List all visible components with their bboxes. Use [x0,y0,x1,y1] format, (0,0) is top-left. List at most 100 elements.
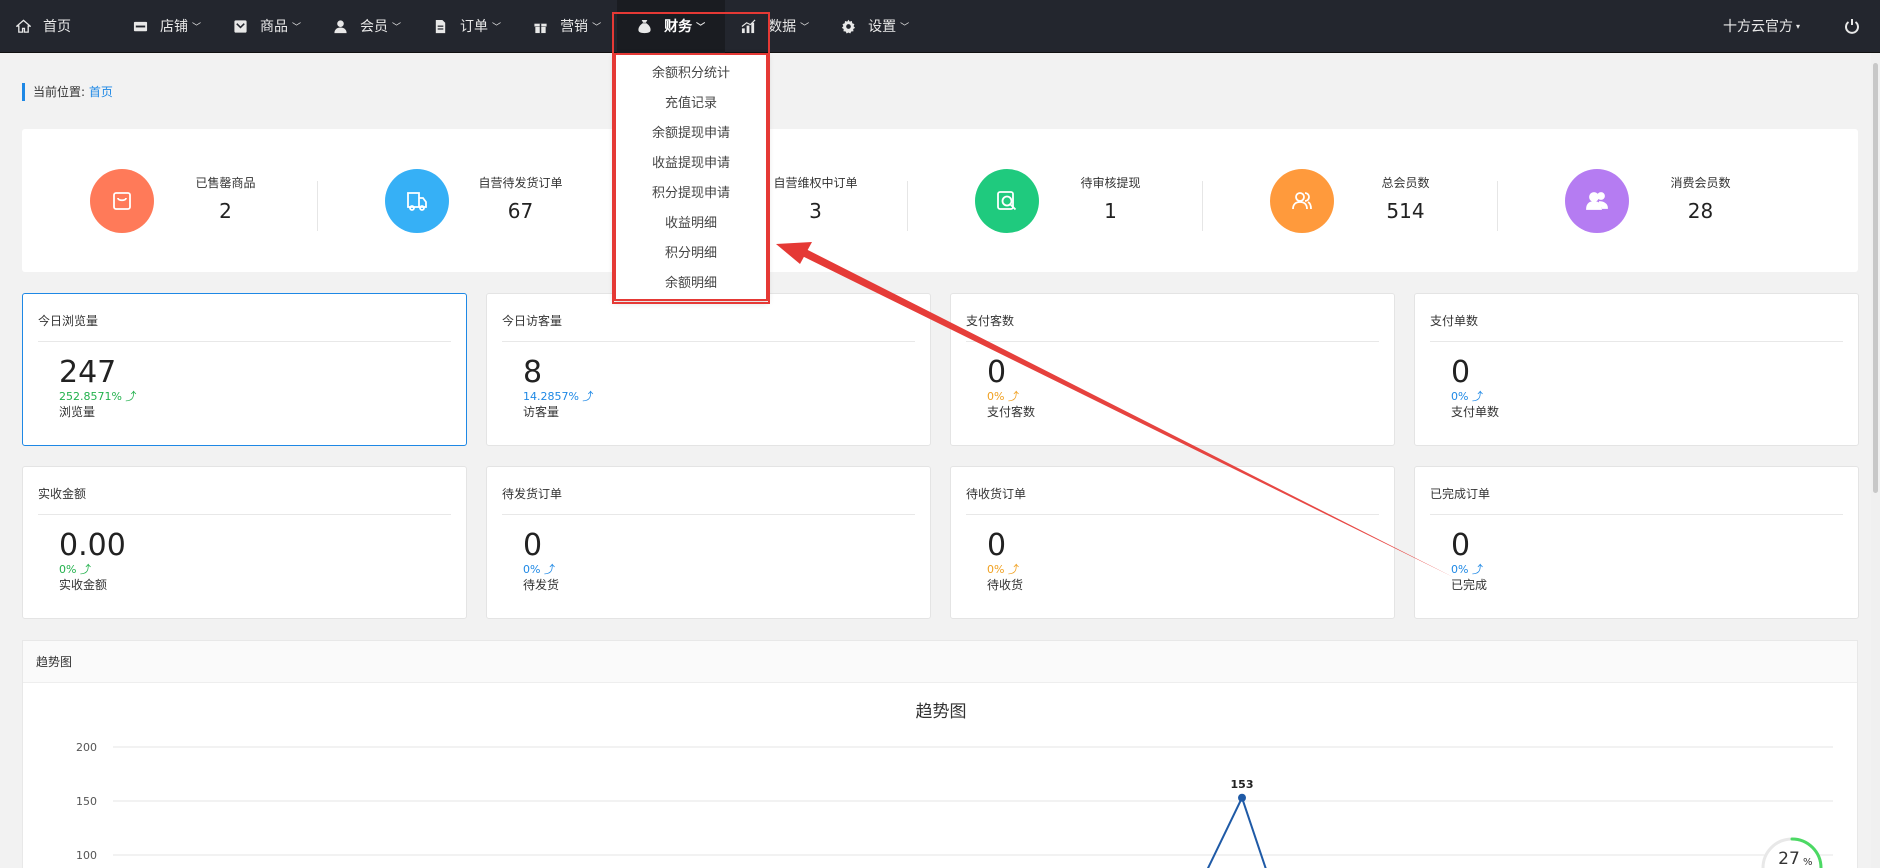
card-value: 0 [523,528,543,563]
stat-label: 消费会员数 [1670,176,1731,190]
goods-icon [234,19,247,33]
card-pending-ship-orders[interactable]: 待发货订单 0 0% ⤴ 待发货 [486,466,931,619]
nav-finance[interactable]: 财务 ﹀ [617,0,726,53]
users-icon [1292,191,1312,209]
card-received-amount[interactable]: 实收金额 0.00 0% ⤴ 实收金额 [22,466,467,619]
card-title: 支付单数 [1430,312,1843,342]
menu-item-balance-withdraw[interactable]: 余额提现申请 [616,119,766,149]
data-point [1238,793,1246,802]
stats-panel: 已售罄商品 2 自营待发货订单 67 自营维权中订单 3 待审核提现 1 总会员数 514… [22,129,1858,272]
user-menu[interactable]: 十方云官方 ▾ [1699,16,1824,36]
chevron-down-icon: ﹀ [392,22,402,33]
series-line [1206,795,1267,868]
nav-store[interactable]: 店铺 ﹀ [117,0,217,53]
menu-item-points-detail[interactable]: 积分明细 [616,239,766,269]
card-paying-customers[interactable]: 支付客数 0 0% ⤴ 支付客数 [950,293,1395,446]
card-subtitle: 支付单数 [1451,405,1500,419]
money-bag-icon [638,19,651,33]
card-title: 待收货订单 [966,485,1379,515]
progress-unit: % [1803,857,1813,868]
stat-pending-shipment[interactable]: 自营待发货订单 67 [317,129,612,272]
gear-icon [841,19,856,34]
card-subtitle: 待发货 [523,578,560,592]
card-value: 8 [523,355,543,390]
nav-goods[interactable]: 商品 ﹀ [217,0,317,53]
nav-store-label: 店铺 [160,19,188,35]
breadcrumb: 当前位置: 首页 [22,83,113,101]
breadcrumb-home-link[interactable]: 首页 [89,85,113,99]
page-scrollbar[interactable] [1871,53,1880,868]
card-percent: 0% ⤴ [987,563,1019,576]
stat-label: 总会员数 [1381,176,1430,190]
card-today-views[interactable]: 今日浏览量 247 252.8571% ⤴ 浏览量 [22,293,467,446]
menu-item-recharge-records[interactable]: 充值记录 [616,89,766,119]
chart-icon [741,19,756,33]
menu-item-income-detail[interactable]: 收益明细 [616,209,766,239]
nav-home[interactable]: 首页 [0,0,87,53]
stat-value: 514 [1386,199,1425,223]
stat-total-members[interactable]: 总会员数 514 [1202,129,1497,272]
card-subtitle: 实收金额 [59,578,108,592]
truck-icon [407,191,427,211]
chevron-down-icon: ﹀ [800,22,810,33]
stat-label: 已售罄商品 [195,176,256,190]
card-today-visitors[interactable]: 今日访客量 8 14.2857% ⤴ 访客量 [486,293,931,446]
card-percent: 0% ⤴ [1451,563,1483,576]
stat-consuming-members[interactable]: 消费会员数 28 [1497,129,1792,272]
stat-value: 2 [219,199,232,223]
y-tick-label: 150 [76,795,97,808]
card-percent: 0% ⤴ [987,390,1019,403]
chevron-down-icon: ﹀ [592,22,602,33]
card-percent: 0% ⤴ [59,563,91,576]
data-label: 153 [1231,778,1254,791]
home-icon [16,19,31,33]
progress-widget[interactable]: 27 % [1760,836,1824,868]
card-completed-orders[interactable]: 已完成订单 0 0% ⤴ 已完成 [1414,466,1859,619]
card-value: 0.00 [59,528,126,563]
nav-data[interactable]: 数据 ﹀ [725,0,825,53]
card-subtitle: 已完成 [1451,578,1488,592]
card-value: 0 [1451,355,1471,390]
menu-item-income-withdraw[interactable]: 收益提现申请 [616,149,766,179]
chart-title: 趋势图 [916,702,967,722]
card-percent: 0% ⤴ [523,563,555,576]
menu-item-points-withdraw[interactable]: 积分提现申请 [616,179,766,209]
progress-value: 27 [1778,849,1800,868]
stat-pending-withdraw[interactable]: 待审核提现 1 [907,129,1202,272]
stat-value: 28 [1687,199,1714,223]
nav-marketing[interactable]: 营销 ﹀ [517,0,617,53]
nav-settings[interactable]: 设置 ﹀ [825,0,925,53]
nav-member[interactable]: 会员 ﹀ [317,0,417,53]
stat-sold-out[interactable]: 已售罄商品 2 [22,129,317,272]
card-subtitle: 访客量 [523,405,560,419]
nav-data-label: 数据 [768,19,797,35]
power-icon [1845,19,1859,34]
order-icon [435,19,446,33]
scrollbar-thumb[interactable] [1873,63,1878,493]
card-percent: 14.2857% ⤴ [523,390,594,403]
card-title: 已完成订单 [1430,485,1843,515]
chevron-down-icon: ﹀ [192,22,202,33]
card-subtitle: 支付客数 [987,405,1036,419]
stat-icon-circle [1565,168,1629,233]
card-pending-receipt-orders[interactable]: 待收货订单 0 0% ⤴ 待收货 [950,466,1395,619]
member-icon [334,19,347,33]
chevron-down-icon: ﹀ [900,22,910,33]
card-percent: 252.8571% ⤴ [59,390,137,403]
gift-icon [534,23,547,33]
menu-item-balance-detail[interactable]: 余额明细 [616,269,766,299]
caret-down-icon: ▾ [1795,21,1800,31]
stat-value: 67 [507,199,534,223]
people-icon [1586,191,1608,210]
top-nav: 首页 店铺 ﹀ 商品 ﹀ 会员 ﹀ 订单 ﹀ 营销 ﹀ 财务 ﹀ 数据 ﹀ 设置 ﹀ 十方云官方… [0,0,1880,53]
stat-value: 1 [1104,199,1117,223]
card-percent: 0% ⤴ [1451,390,1483,403]
nav-order[interactable]: 订单 ﹀ [417,0,517,53]
y-tick-label: 200 [76,741,97,754]
nav-finance-label: 财务 [664,19,693,35]
user-name: 十方云官方 [1722,19,1793,35]
card-paid-orders[interactable]: 支付单数 0 0% ⤴ 支付单数 [1414,293,1859,446]
logout-button[interactable] [1824,0,1880,53]
menu-item-balance-points-stats[interactable]: 余额积分统计 [616,59,766,89]
card-title: 实收金额 [38,485,451,515]
